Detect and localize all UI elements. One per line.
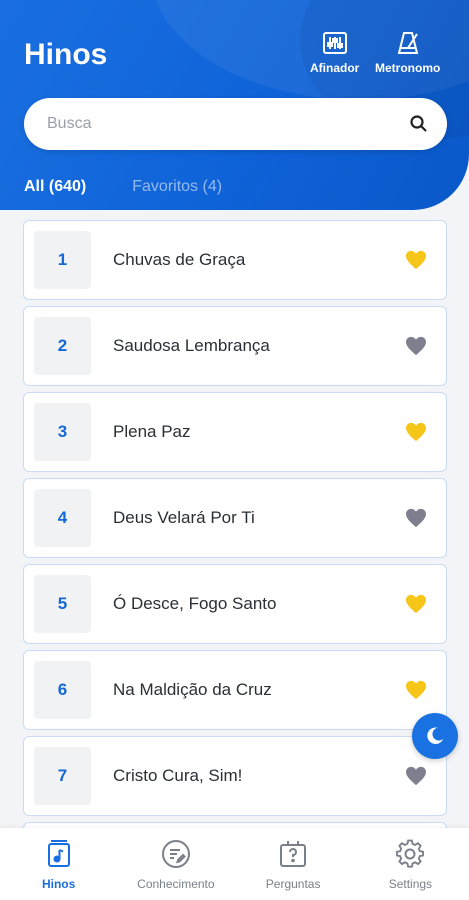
tab-bar: All (640) Favoritos (4) xyxy=(24,178,222,196)
metronome-icon xyxy=(397,32,418,54)
page-title: Hinos xyxy=(24,38,108,71)
hymn-row[interactable]: 1 Chuvas de Graça xyxy=(23,220,447,300)
hymn-title: Ó Desce, Fogo Santo xyxy=(113,594,277,613)
hymn-row[interactable]: 5 Ó Desce, Fogo Santo xyxy=(23,564,447,644)
nav-label: Conhecimento xyxy=(137,877,215,891)
heart-icon[interactable] xyxy=(405,594,427,614)
hymn-row[interactable]: 3 Plena Paz xyxy=(23,392,447,472)
nav-settings[interactable]: Settings xyxy=(352,828,469,900)
hymn-title: Plena Paz xyxy=(113,422,191,441)
hymn-number: 2 xyxy=(34,317,91,375)
gear-icon xyxy=(396,839,425,868)
metronomo-label: Metronomo xyxy=(375,61,441,75)
hymn-number: 3 xyxy=(34,403,91,461)
heart-icon[interactable] xyxy=(405,508,427,528)
hymn-number: 7 xyxy=(34,747,91,805)
afinador-button[interactable]: Afinador xyxy=(310,30,359,75)
hymn-number: 6 xyxy=(34,661,91,719)
bottom-nav: Hinos Conhecimento Perguntas Settings xyxy=(0,828,469,900)
hymn-row[interactable]: 4 Deus Velará Por Ti xyxy=(23,478,447,558)
question-board-icon xyxy=(280,841,307,867)
dark-mode-button[interactable] xyxy=(412,713,458,759)
hymn-title: Cristo Cura, Sim! xyxy=(113,766,243,785)
heart-icon[interactable] xyxy=(405,680,427,700)
nav-conhecimento[interactable]: Conhecimento xyxy=(117,828,234,900)
nav-hinos[interactable]: Hinos xyxy=(0,828,117,900)
tab-favoritos[interactable]: Favoritos (4) xyxy=(132,178,222,196)
heart-icon[interactable] xyxy=(405,336,427,356)
hymn-row[interactable]: 7 Cristo Cura, Sim! xyxy=(23,736,447,816)
afinador-label: Afinador xyxy=(310,61,360,75)
hymn-number: 4 xyxy=(34,489,91,547)
hymn-title: Deus Velará Por Ti xyxy=(113,508,255,527)
nav-label: Settings xyxy=(388,877,433,891)
search-bar[interactable] xyxy=(24,98,447,150)
moon-icon xyxy=(427,727,444,744)
hymn-title: Saudosa Lembrança xyxy=(113,336,270,355)
hymn-title: Na Maldição da Cruz xyxy=(113,680,272,699)
hymn-list: 1 Chuvas de Graça 2 Saudosa Lembrança 3 … xyxy=(23,220,447,900)
nav-label: Perguntas xyxy=(265,877,321,891)
tuner-icon xyxy=(322,32,347,54)
music-book-icon xyxy=(47,840,70,867)
header: Hinos Afinador Metronomo All (640) Favor… xyxy=(0,0,469,210)
hymn-number: 1 xyxy=(34,231,91,289)
hymn-row[interactable]: 2 Saudosa Lembrança xyxy=(23,306,447,386)
hymn-number: 5 xyxy=(34,575,91,633)
nav-label: Hinos xyxy=(41,877,76,891)
metronomo-button[interactable]: Metronomo xyxy=(375,30,440,75)
search-input[interactable] xyxy=(47,115,409,133)
tab-all[interactable]: All (640) xyxy=(24,178,86,196)
heart-icon[interactable] xyxy=(405,766,427,786)
nav-perguntas[interactable]: Perguntas xyxy=(235,828,352,900)
heart-icon[interactable] xyxy=(405,422,427,442)
hymn-title: Chuvas de Graça xyxy=(113,250,246,269)
heart-icon[interactable] xyxy=(405,250,427,270)
hymn-row[interactable]: 6 Na Maldição da Cruz xyxy=(23,650,447,730)
notes-icon xyxy=(161,840,190,868)
search-icon[interactable] xyxy=(409,114,429,134)
